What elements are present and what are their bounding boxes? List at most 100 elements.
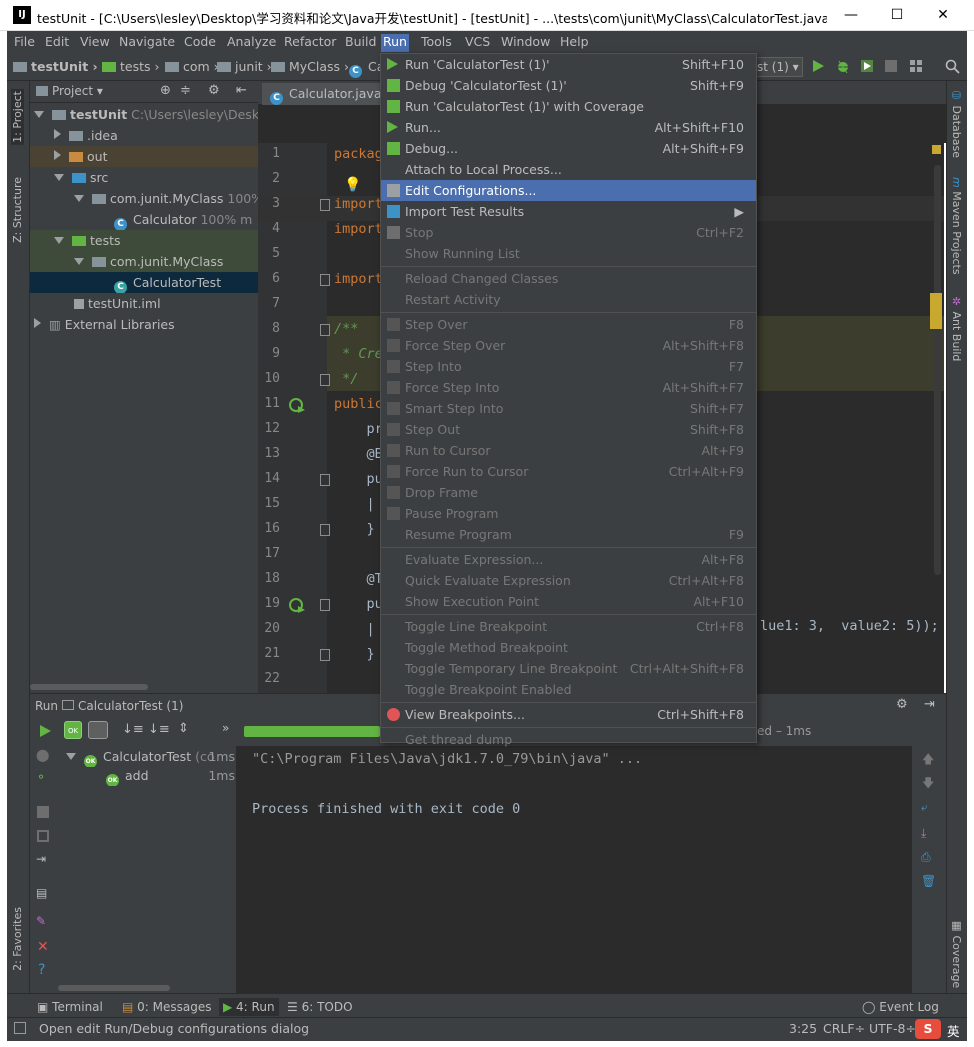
horizontal-scrollbar[interactable] <box>30 684 148 690</box>
menu-help[interactable]: Help <box>558 34 591 52</box>
test-suite-row[interactable]: OK CalculatorTest (co 1ms <box>58 746 237 767</box>
maximize-button[interactable]: ☐ <box>874 0 920 31</box>
run-menu-item-run[interactable]: Run... Alt+Shift+F10 <box>381 117 756 138</box>
menu-run[interactable]: Run <box>381 34 409 52</box>
fold-marker-icon[interactable] <box>320 374 330 386</box>
editor-scrollbar[interactable] <box>934 165 941 575</box>
tab-todo[interactable]: ☰ 6: TODO <box>287 998 353 1016</box>
fold-marker-icon[interactable] <box>320 324 330 336</box>
debug-icon[interactable]: ⬤ <box>36 748 49 762</box>
run-test-gutter-icon[interactable] <box>288 396 306 414</box>
fold-marker-icon[interactable] <box>320 474 330 486</box>
menu-code[interactable]: Code <box>182 34 218 52</box>
run-config-selector[interactable]: st (1) ▾ <box>752 57 803 77</box>
lightbulb-icon[interactable]: 💡 <box>344 177 361 193</box>
coverage-icon[interactable] <box>859 58 875 74</box>
menu-window[interactable]: Window <box>499 34 552 52</box>
scroll-to-end-icon[interactable]: ⤓ <box>921 826 926 841</box>
layout-icon[interactable]: ▤ <box>36 886 47 900</box>
breadcrumb-junit[interactable]: junit › <box>217 59 272 74</box>
tree-item-out[interactable]: out <box>30 146 258 167</box>
menu-vcs[interactable]: VCS <box>463 34 492 52</box>
run-menu-item-drop-frame[interactable]: Drop Frame <box>381 482 756 503</box>
run-menu-item-run-calculatortest-1-with-coverage[interactable]: Run 'CalculatorTest (1)' with Coverage <box>381 96 756 117</box>
run-menu-item-quick-evaluate-expression[interactable]: Quick Evaluate Expression Ctrl+Alt+F8 <box>381 570 756 591</box>
rerun-failed-icon[interactable]: ⚬ <box>36 770 46 784</box>
run-tab[interactable]: CalculatorTest (1) <box>62 699 183 713</box>
project-view-selector[interactable]: Project ▾ <box>36 84 103 98</box>
stop-icon[interactable] <box>37 806 49 818</box>
run-menu-item-view-breakpoints[interactable]: View Breakpoints... Ctrl+Shift+F8 <box>381 704 756 725</box>
pin-icon[interactable]: ✎ <box>36 914 46 928</box>
run-menu-item-smart-step-into[interactable]: Smart Step Into Shift+F7 <box>381 398 756 419</box>
tree-item-testunit[interactable]: testUnit C:\Users\lesley\Deskto <box>30 104 258 125</box>
menu-view[interactable]: View <box>78 34 112 52</box>
gear-icon[interactable]: ⚙ <box>208 83 220 98</box>
run-menu-item-evaluate-expression[interactable]: Evaluate Expression... Alt+F8 <box>381 549 756 570</box>
run-menu-item-show-running-list[interactable]: Show Running List <box>381 243 756 264</box>
menu-navigate[interactable]: Navigate <box>117 34 177 52</box>
toggle-tool-windows-icon[interactable] <box>14 1022 26 1034</box>
caret-position[interactable]: 3:25 <box>789 1021 817 1036</box>
tree-item-calculator[interactable]: C Calculator 100% m <box>30 209 258 230</box>
scroll-from-source-icon[interactable]: ⊕ <box>160 83 171 98</box>
run-menu-item-step-over[interactable]: Step Over F8 <box>381 314 756 335</box>
breadcrumb-myclass[interactable]: MyClass › <box>271 59 349 74</box>
tree-item-external-libraries[interactable]: ▥ External Libraries <box>30 314 258 335</box>
rerun-icon[interactable] <box>38 724 52 738</box>
run-menu-item-resume-program[interactable]: Resume Program F9 <box>381 524 756 545</box>
stop-icon[interactable] <box>885 60 897 72</box>
menu-tools[interactable]: Tools <box>419 34 454 52</box>
menu-build[interactable]: Build <box>343 34 378 52</box>
file-encoding[interactable]: UTF-8÷ <box>869 1021 916 1036</box>
run-menu-item-import-test-results[interactable]: Import Test Results ▶ <box>381 201 756 222</box>
run-icon[interactable] <box>811 59 825 73</box>
tab-run[interactable]: ▶ 4: Run <box>219 998 279 1016</box>
run-menu-item-step-into[interactable]: Step Into F7 <box>381 356 756 377</box>
gear-icon[interactable]: ⚙ <box>896 697 908 712</box>
run-menu-item-stop[interactable]: Stop Ctrl+F2 <box>381 222 756 243</box>
run-menu-item-run-to-cursor[interactable]: Run to Cursor Alt+F9 <box>381 440 756 461</box>
close-button[interactable]: ✕ <box>920 0 966 31</box>
tree-item-idea[interactable]: .idea <box>30 125 258 146</box>
run-menu-item-debug[interactable]: Debug... Alt+Shift+F9 <box>381 138 756 159</box>
line-separator[interactable]: CRLF÷ <box>823 1021 865 1036</box>
horizontal-scrollbar[interactable] <box>58 985 170 991</box>
help-icon[interactable]: ? <box>38 962 45 978</box>
menu-refactor[interactable]: Refactor <box>282 34 338 52</box>
run-menu-item-run-calculatortest-1[interactable]: Run 'CalculatorTest (1)' Shift+F10 <box>381 54 756 75</box>
run-menu-item-toggle-method-breakpoint[interactable]: Toggle Method Breakpoint <box>381 637 756 658</box>
collapse-all-icon[interactable]: ≑ <box>180 83 191 98</box>
event-log-button[interactable]: ◯ Event Log <box>862 998 939 1016</box>
run-menu-item-toggle-line-breakpoint[interactable]: Toggle Line Breakpoint Ctrl+F8 <box>381 616 756 637</box>
more-actions-icon[interactable]: » <box>222 721 229 735</box>
run-menu-item-debug-calculatortest-1[interactable]: Debug 'CalculatorTest (1)' Shift+F9 <box>381 75 756 96</box>
close-icon[interactable]: ✕ <box>37 939 49 955</box>
tree-item-tests[interactable]: tests <box>30 230 258 251</box>
up-arrow-icon[interactable]: 🡅 <box>922 750 934 771</box>
tool-window-maven[interactable]: m Maven Projects <box>950 177 963 275</box>
console-output[interactable]: "C:\Program Files\Java\jdk1.7.0_79\bin\j… <box>237 746 912 993</box>
tool-window-ant[interactable]: ✲ Ant Build <box>950 295 963 361</box>
tab-terminal[interactable]: ▣ Terminal <box>37 998 103 1016</box>
fold-marker-icon[interactable] <box>320 274 330 286</box>
run-test-gutter-icon[interactable] <box>288 596 306 614</box>
menu-analyze[interactable]: Analyze <box>225 34 278 52</box>
soft-wrap-icon[interactable]: ⤶ <box>921 800 928 815</box>
run-menu-item-force-step-over[interactable]: Force Step Over Alt+Shift+F8 <box>381 335 756 356</box>
project-structure-icon[interactable] <box>909 59 923 73</box>
expand-all-icon[interactable]: ⇕ <box>178 721 189 736</box>
show-passed-toggle[interactable]: OK <box>64 721 82 739</box>
run-menu-item-edit-configurations[interactable]: Edit Configurations... <box>381 180 756 201</box>
tree-item-calculatortest[interactable]: C CalculatorTest <box>30 272 258 293</box>
show-ignored-toggle[interactable] <box>88 721 108 739</box>
down-arrow-icon[interactable]: 🡇 <box>922 774 934 795</box>
search-icon[interactable] <box>945 59 961 75</box>
run-menu-item-step-out[interactable]: Step Out Shift+F8 <box>381 419 756 440</box>
tool-window-coverage[interactable]: ▦ Coverage <box>950 919 963 988</box>
breadcrumb-project[interactable]: testUnit › <box>13 59 98 74</box>
tool-window-structure[interactable]: Z: Structure <box>11 177 24 243</box>
breadcrumb-com[interactable]: com › <box>165 59 219 74</box>
minimize-button[interactable]: — <box>828 0 874 31</box>
sort-duration-icon[interactable]: ↓≡ <box>148 722 170 737</box>
